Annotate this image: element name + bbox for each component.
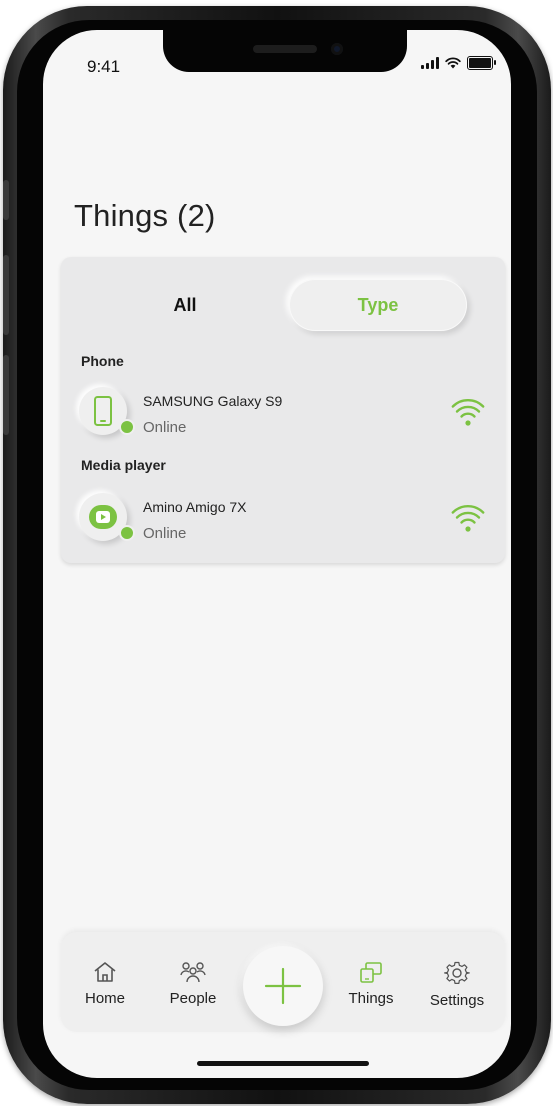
wifi-icon xyxy=(451,399,485,426)
front-camera xyxy=(331,43,343,55)
online-status-dot xyxy=(119,419,135,435)
online-status-dot xyxy=(119,525,135,541)
device-status: Online xyxy=(143,525,187,542)
device-status: Online xyxy=(143,419,187,436)
home-icon xyxy=(94,962,116,982)
nav-settings[interactable]: Settings xyxy=(417,960,497,1009)
cellular-signal-icon xyxy=(421,57,439,69)
nav-people-label: People xyxy=(169,990,217,1007)
mute-switch xyxy=(3,180,9,220)
gear-icon xyxy=(444,961,470,984)
notch xyxy=(163,30,407,72)
nav-things-label: Things xyxy=(348,990,394,1007)
wifi-icon xyxy=(451,505,485,532)
tab-all[interactable]: All xyxy=(101,279,269,331)
screen: 9:41 Things (2) All Type Phone SAMSUNG G… xyxy=(43,30,511,1078)
add-button[interactable] xyxy=(243,946,323,1026)
volume-down-button xyxy=(3,355,9,435)
wifi-status-icon xyxy=(445,57,461,69)
device-name: SAMSUNG Galaxy S9 xyxy=(143,393,283,409)
volume-up-button xyxy=(3,255,9,335)
battery-icon xyxy=(467,56,496,70)
home-indicator xyxy=(197,1061,369,1066)
status-icons xyxy=(421,56,496,70)
nav-settings-label: Settings xyxy=(429,992,485,1009)
section-label-phone: Phone xyxy=(81,353,124,369)
plus-icon xyxy=(264,967,302,1005)
page-title: Things (2) xyxy=(74,198,216,233)
nav-home-label: Home xyxy=(84,990,125,1007)
nav-home[interactable]: Home xyxy=(65,960,145,1007)
people-icon xyxy=(180,962,206,983)
nav-things[interactable]: Things xyxy=(331,960,411,1007)
tab-type[interactable]: Type xyxy=(289,279,467,331)
section-label-media-player: Media player xyxy=(81,457,166,473)
device-name: Amino Amigo 7X xyxy=(143,499,247,515)
device-row-phone[interactable]: SAMSUNG Galaxy S9 Online xyxy=(75,387,499,447)
things-card: All Type Phone SAMSUNG Galaxy S9 Online … xyxy=(61,257,505,563)
speaker xyxy=(253,45,317,53)
devices-icon xyxy=(360,962,382,983)
nav-people[interactable]: People xyxy=(153,960,233,1007)
device-row-media-player[interactable]: Amino Amigo 7X Online xyxy=(75,493,499,553)
status-time: 9:41 xyxy=(87,57,121,76)
bottom-nav: Home People Things Settings xyxy=(61,932,505,1032)
